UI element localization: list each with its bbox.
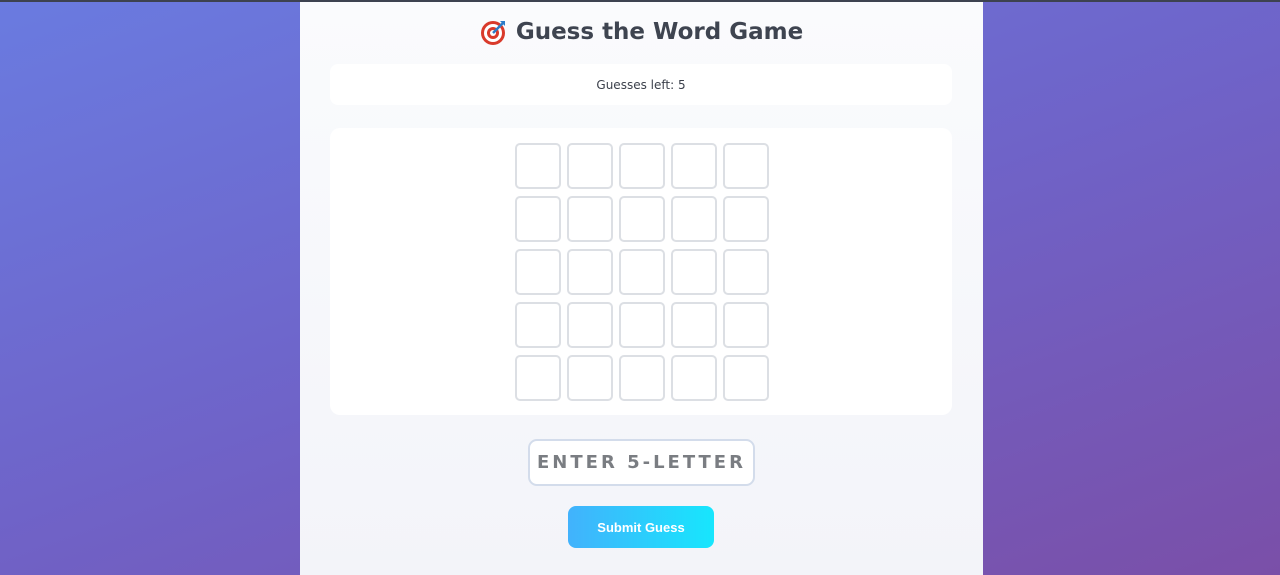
letter-tile xyxy=(515,355,561,401)
letter-tile xyxy=(619,355,665,401)
target-icon xyxy=(480,18,508,46)
game-board xyxy=(330,128,952,415)
submit-guess-button[interactable]: Submit Guess xyxy=(568,506,714,548)
letter-tile xyxy=(515,143,561,189)
letter-tile xyxy=(671,355,717,401)
letter-tile xyxy=(671,196,717,242)
letter-tile xyxy=(515,249,561,295)
letter-tile xyxy=(567,249,613,295)
tile-grid xyxy=(515,143,769,401)
letter-tile xyxy=(723,196,769,242)
letter-tile xyxy=(619,143,665,189)
guesses-left-text: Guesses left: 5 xyxy=(596,77,686,92)
letter-tile xyxy=(567,196,613,242)
letter-tile xyxy=(671,302,717,348)
letter-tile xyxy=(671,143,717,189)
letter-tile xyxy=(515,196,561,242)
letter-tile xyxy=(723,143,769,189)
letter-tile xyxy=(723,302,769,348)
letter-tile xyxy=(567,355,613,401)
letter-tile xyxy=(567,302,613,348)
game-panel: Guess the Word Game Guesses left: 5 Subm… xyxy=(300,2,983,575)
status-box: Guesses left: 5 xyxy=(330,64,952,105)
guess-input[interactable] xyxy=(528,439,755,486)
letter-tile xyxy=(671,249,717,295)
letter-tile xyxy=(567,143,613,189)
letter-tile xyxy=(619,196,665,242)
page-title: Guess the Word Game xyxy=(515,19,804,45)
letter-tile xyxy=(619,302,665,348)
letter-tile xyxy=(723,249,769,295)
letter-tile xyxy=(723,355,769,401)
letter-tile xyxy=(619,249,665,295)
header: Guess the Word Game xyxy=(300,16,983,48)
letter-tile xyxy=(515,302,561,348)
